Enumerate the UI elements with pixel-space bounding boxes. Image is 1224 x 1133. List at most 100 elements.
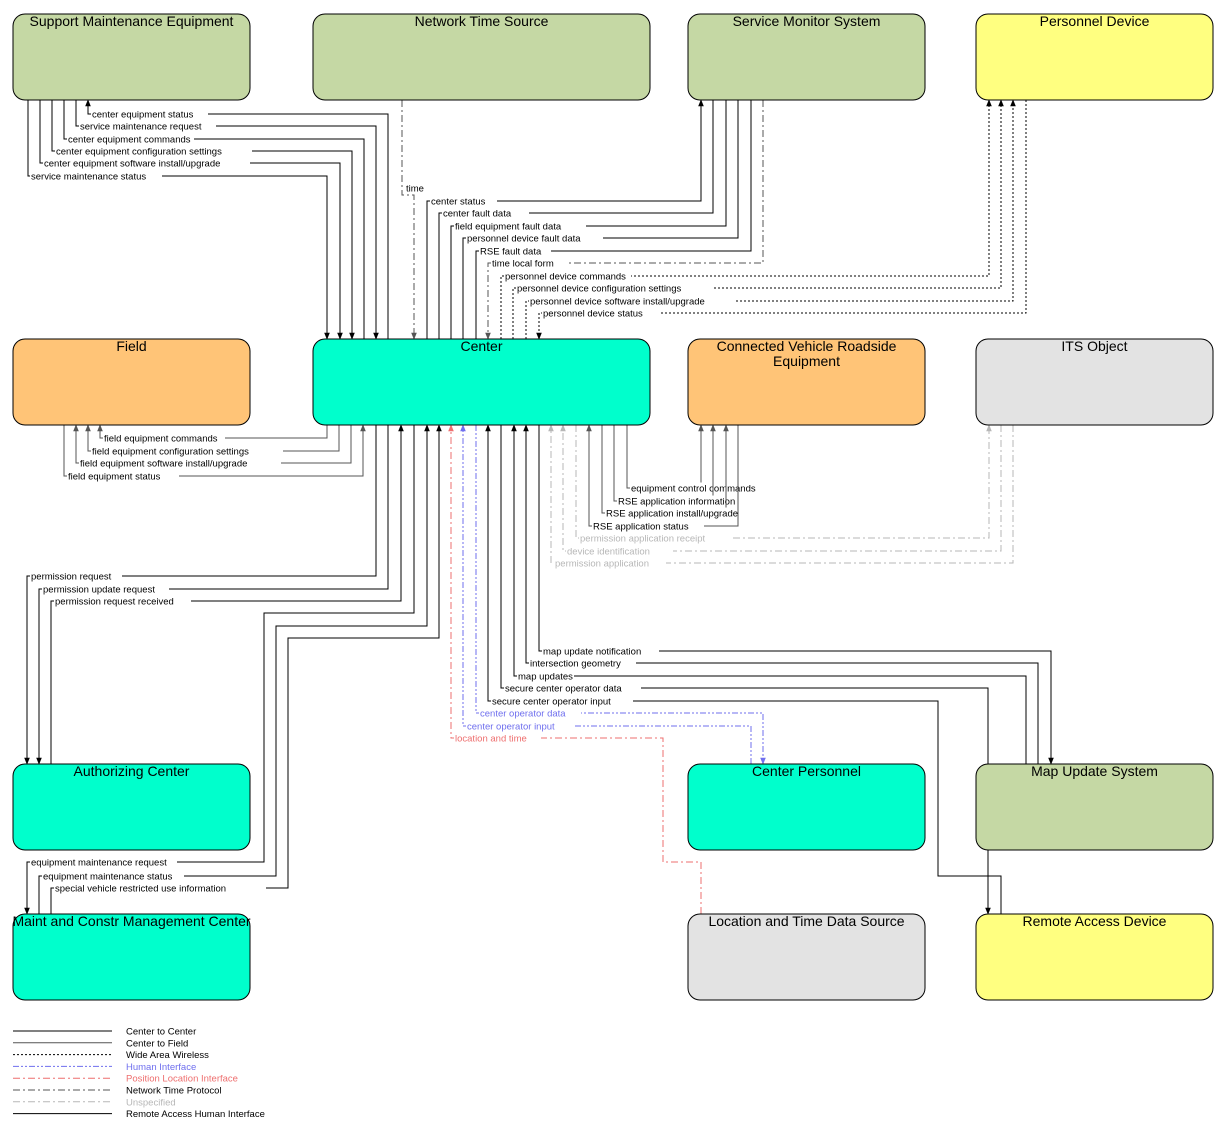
node-title: Personnel Device [1040, 13, 1150, 29]
flow-label: secure center operator data [505, 684, 622, 695]
node-service-monitor-system[interactable]: Service Monitor System [687, 13, 926, 101]
flow-label: map updates [518, 672, 573, 683]
flow-label: center operator data [480, 709, 566, 720]
flow-intersection-geometry: intersection geometry [523, 424, 1039, 764]
node-title: Field [116, 338, 146, 354]
context-diagram: center equipment statusservice maintenan… [12, 13, 1214, 1120]
flow-line [626, 424, 704, 489]
legend-label: Unspecified [126, 1097, 176, 1108]
node-maint-and-constr-management-center[interactable]: Maint and Constr Management Center [12, 913, 251, 1001]
legend-label: Position Location Interface [126, 1074, 238, 1085]
node-map-update-system[interactable]: Map Update System [975, 763, 1214, 851]
flow-personnel-device-software-install-upgrade: personnel device software install/upgrad… [525, 99, 1016, 339]
flow-label: center equipment configuration settings [56, 147, 222, 158]
node-location-and-time-data-source[interactable]: Location and Time Data Source [687, 913, 926, 1001]
flow-label: center equipment software install/upgrad… [44, 159, 220, 170]
flow-label: personnel device software install/upgrad… [530, 297, 705, 308]
legend-label: Center to Field [126, 1038, 188, 1049]
node-title: Authorizing Center [74, 763, 190, 779]
flow-label: center operator input [467, 722, 555, 733]
legend-item: Center to Field [13, 1038, 188, 1049]
flow-label: permission application [555, 559, 649, 570]
node-title: Network Time Source [415, 13, 549, 29]
node-title: Support Maintenance Equipment [30, 13, 234, 29]
flow-label: personnel device fault data [467, 234, 581, 245]
node-field[interactable]: Field [12, 338, 251, 426]
flow-label: time [406, 184, 424, 195]
node-title: Location and Time Data Source [708, 913, 904, 929]
node-authorizing-center[interactable]: Authorizing Center [12, 763, 251, 851]
flow-label: equipment maintenance request [31, 858, 167, 869]
flow-label: RSE application status [593, 522, 689, 533]
flow-label: center equipment commands [68, 135, 191, 146]
flow-time: time [401, 100, 427, 340]
flow-line [401, 100, 417, 340]
flow-label: permission application receipt [580, 534, 706, 545]
legend-item: Unspecified [13, 1097, 176, 1108]
flow-label: permission request [31, 572, 112, 583]
legend-label: Wide Area Wireless [126, 1050, 209, 1061]
flow-label: field equipment fault data [455, 222, 562, 233]
flow-label: center equipment status [92, 110, 194, 121]
legend-item: Center to Center [13, 1027, 196, 1038]
node-personnel-device[interactable]: Personnel Device [975, 13, 1214, 101]
legend-item: Remote Access Human Interface [13, 1109, 265, 1120]
flow-label: permission update request [43, 585, 155, 596]
legend-item: Position Location Interface [13, 1074, 238, 1085]
node-title: Equipment [773, 353, 840, 369]
flow-label: personnel device configuration settings [517, 284, 681, 295]
flow-label: center status [431, 197, 486, 208]
node-support-maintenance-equipment[interactable]: Support Maintenance Equipment [12, 13, 251, 101]
flow-label: service maintenance status [31, 172, 146, 183]
flow-label: field equipment configuration settings [92, 447, 249, 458]
flow-label: device identification [567, 547, 650, 558]
flow-label: equipment control commands [631, 484, 756, 495]
flow-equipment-control-commands: equipment control commands [626, 424, 762, 495]
node-title: Connected Vehicle Roadside [717, 338, 897, 354]
node-remote-access-device[interactable]: Remote Access Device [975, 913, 1214, 1001]
flow-field-equipment-commands: field equipment commands [97, 424, 328, 445]
node-title: Maint and Constr Management Center [12, 913, 250, 929]
flow-label: secure center operator input [492, 697, 611, 708]
node-network-time-source[interactable]: Network Time Source [312, 13, 651, 101]
flow-line [523, 424, 1039, 764]
legend-item: Human Interface [13, 1062, 196, 1073]
flow-label: equipment maintenance status [43, 872, 173, 883]
node-its-object[interactable]: ITS Object [975, 338, 1214, 426]
legend-item: Wide Area Wireless [13, 1050, 209, 1061]
flow-label: RSE application install/upgrade [606, 509, 738, 520]
flow-label: field equipment software install/upgrade [80, 459, 247, 470]
flow-label: intersection geometry [530, 659, 621, 670]
flow-label: field equipment commands [104, 434, 218, 445]
node-title: Center Personnel [752, 763, 861, 779]
flow-label: RSE fault data [480, 247, 542, 258]
flow-label: special vehicle restricted use informati… [55, 884, 226, 895]
node-center[interactable]: Center [312, 338, 651, 426]
node-title: Remote Access Device [1023, 913, 1167, 929]
node-connected-vehicle-roadside-equipment[interactable]: Connected Vehicle RoadsideEquipment [687, 338, 926, 426]
flow-center-equipment-commands: center equipment commands [63, 100, 365, 339]
flow-label: RSE application information [618, 497, 735, 508]
legend-item: Network Time Protocol [13, 1086, 222, 1097]
flow-label: permission request received [55, 597, 174, 608]
flow-label: field equipment status [68, 472, 161, 483]
flow-rse-application-information: RSE application information [613, 424, 754, 508]
legend-label: Remote Access Human Interface [126, 1109, 265, 1120]
flow-label: center fault data [443, 209, 512, 220]
flow-line [538, 425, 1054, 765]
flow-label: time local form [492, 259, 554, 270]
flow-label: personnel device commands [505, 272, 626, 283]
flow-label: service maintenance request [80, 122, 202, 133]
flow-map-update-notification: map update notification [538, 425, 1054, 765]
flow-label: personnel device status [543, 309, 643, 320]
legend-label: Center to Center [126, 1027, 196, 1038]
node-title: Map Update System [1031, 763, 1158, 779]
node-title: Service Monitor System [733, 13, 881, 29]
flow-center-operator-data: center operator data [475, 425, 766, 765]
flow-label: map update notification [543, 647, 641, 658]
flow-label: location and time [455, 734, 527, 745]
node-center-personnel[interactable]: Center Personnel [687, 763, 926, 851]
node-title: ITS Object [1061, 338, 1127, 354]
legend-label: Human Interface [126, 1062, 196, 1073]
legend-label: Network Time Protocol [126, 1086, 222, 1097]
